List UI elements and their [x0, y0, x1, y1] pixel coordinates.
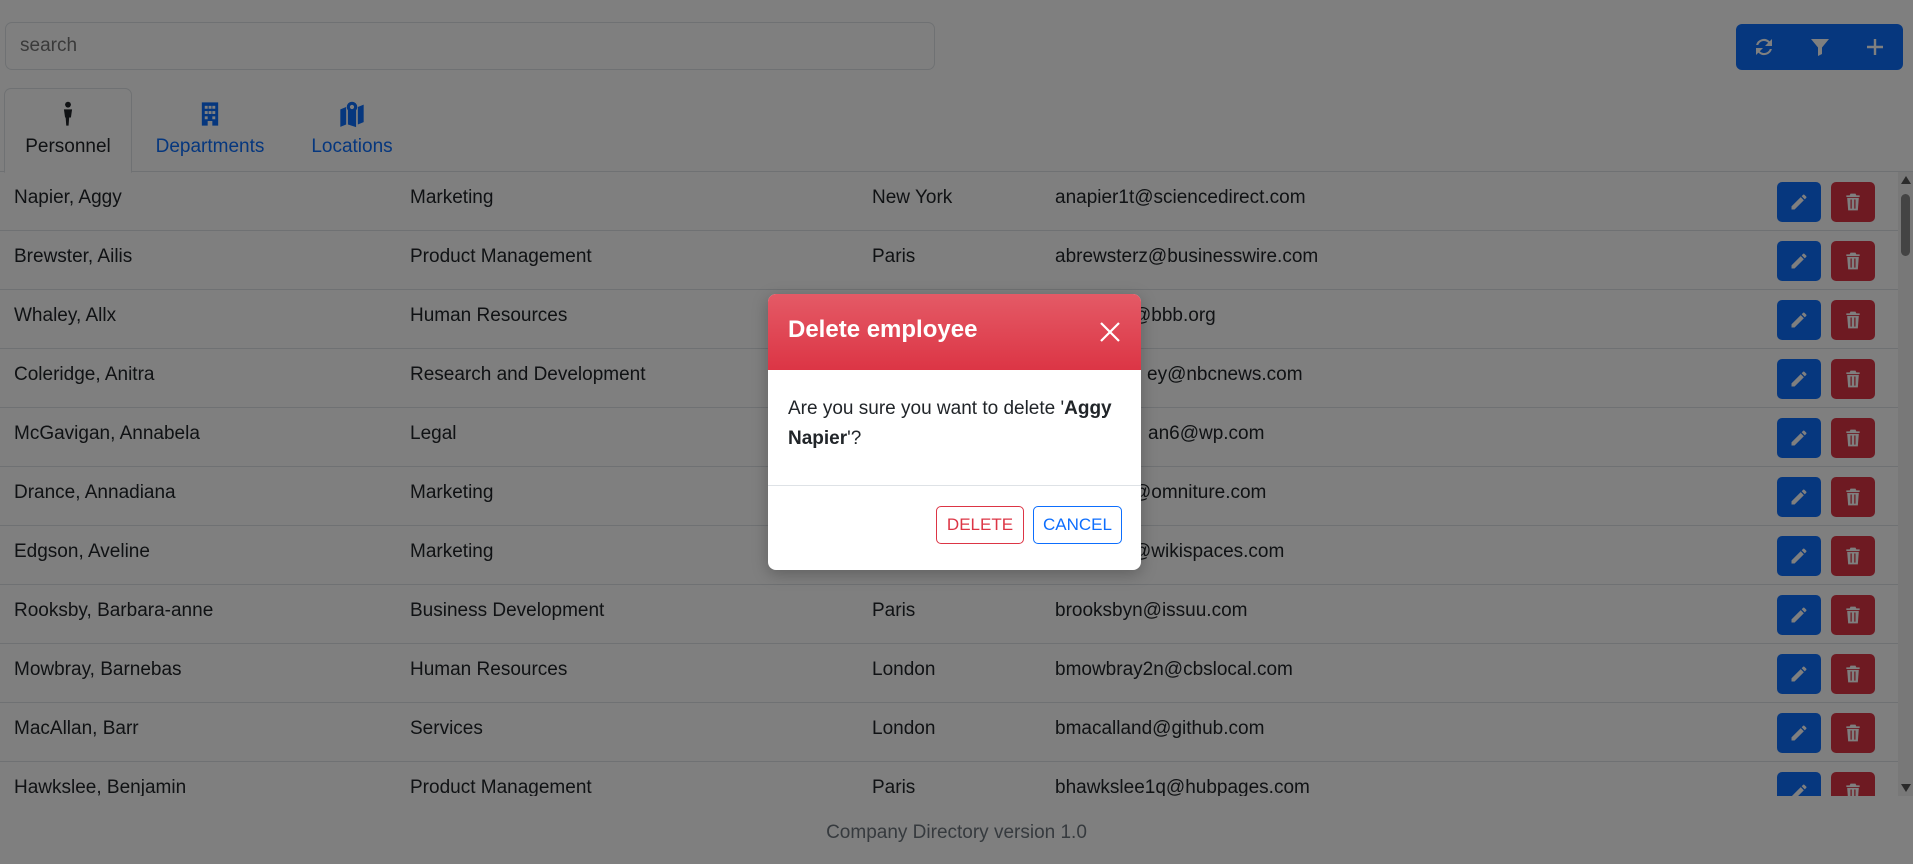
modal-footer: DELETE CANCEL [768, 486, 1141, 570]
delete-employee-modal: Delete employee Are you sure you want to… [768, 294, 1141, 570]
confirm-text-suffix: '? [847, 428, 862, 449]
close-icon [1100, 322, 1120, 342]
modal-title: Delete employee [788, 316, 978, 343]
modal-body: Are you sure you want to delete 'Aggy Na… [768, 370, 1141, 486]
confirm-text-prefix: Are you sure you want to delete ' [788, 398, 1065, 419]
cancel-button[interactable]: CANCEL [1033, 506, 1122, 544]
modal-header: Delete employee [768, 294, 1141, 370]
close-button[interactable] [1098, 320, 1122, 344]
confirm-delete-button[interactable]: DELETE [936, 506, 1024, 544]
